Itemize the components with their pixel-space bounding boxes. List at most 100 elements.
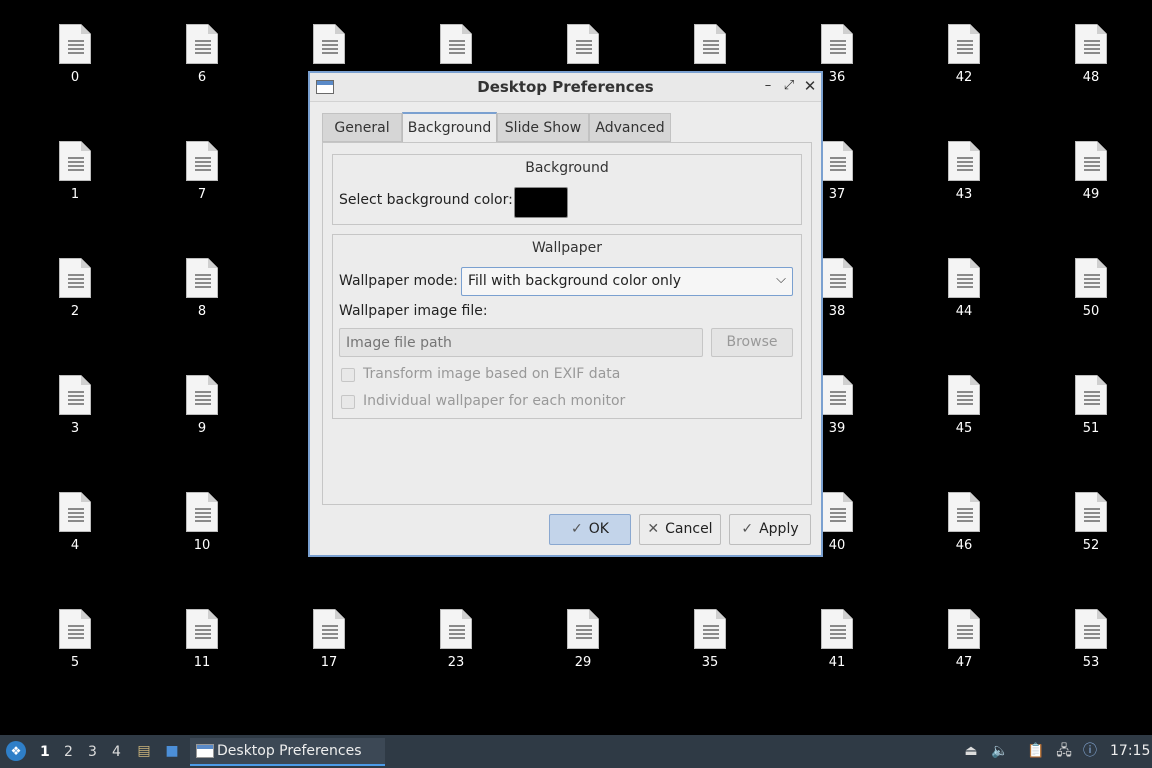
- desktop-file-label: 2: [70, 304, 80, 319]
- workspace-4[interactable]: 4: [112, 744, 121, 760]
- desktop-file-label: 44: [955, 304, 973, 319]
- desktop-file-icon[interactable]: 0: [45, 24, 105, 94]
- maximize-icon[interactable]: ⤢: [781, 78, 797, 94]
- workspace-2[interactable]: 2: [64, 744, 73, 760]
- document-icon: [948, 375, 980, 415]
- desktop-file-icon[interactable]: 50: [1061, 258, 1121, 328]
- titlebar[interactable]: Desktop Preferences – ⤢ ✕: [310, 73, 821, 102]
- minimize-icon[interactable]: –: [760, 78, 776, 94]
- desktop-file-label: 23: [447, 655, 465, 670]
- desktop-file-icon[interactable]: 4: [45, 492, 105, 562]
- wallpaper-file-input[interactable]: [339, 328, 703, 357]
- desktop-preferences-dialog: Desktop Preferences – ⤢ ✕ General Backgr…: [308, 71, 823, 557]
- check-icon: ✓: [571, 521, 583, 537]
- desktop-file-label: 1: [70, 187, 80, 202]
- desktop-file-icon[interactable]: 3: [45, 375, 105, 445]
- desktop-file-label: 35: [701, 655, 719, 670]
- per-monitor-label: Individual wallpaper for each monitor: [363, 393, 626, 409]
- document-icon: [694, 24, 726, 64]
- document-icon: [1075, 375, 1107, 415]
- desktop-file-icon[interactable]: 48: [1061, 24, 1121, 94]
- document-icon: [821, 24, 853, 64]
- document-icon: [567, 24, 599, 64]
- desktop-file-icon[interactable]: 8: [172, 258, 232, 328]
- x-icon: ✕: [647, 521, 660, 537]
- close-icon[interactable]: ✕: [802, 78, 818, 94]
- eject-icon[interactable]: ⏏: [962, 742, 980, 760]
- desktop-file-icon[interactable]: 1: [45, 141, 105, 211]
- document-icon: [821, 141, 853, 181]
- desktop-file-label: 17: [320, 655, 338, 670]
- desktop-file-label: 10: [193, 538, 211, 553]
- wallpaper-file-label: Wallpaper image file:: [339, 303, 488, 319]
- desktop-file-icon[interactable]: 2: [45, 258, 105, 328]
- desktop-file-label: 0: [70, 70, 80, 85]
- document-icon: [1075, 141, 1107, 181]
- desktop-file-icon[interactable]: 44: [934, 258, 994, 328]
- cancel-button[interactable]: ✕ Cancel: [639, 514, 721, 545]
- tab-slide-show[interactable]: Slide Show: [497, 113, 589, 142]
- notification-icon[interactable]: ⓘ: [1081, 742, 1099, 760]
- desktop-file-label: 4: [70, 538, 80, 553]
- clipboard-icon[interactable]: 📋: [1027, 742, 1045, 760]
- document-icon: [186, 375, 218, 415]
- desktop-file-icon[interactable]: 49: [1061, 141, 1121, 211]
- check-icon: ✓: [741, 521, 754, 537]
- wallpaper-mode-select[interactable]: Fill with background color only ⌵: [461, 267, 793, 296]
- desktop-file-icon[interactable]: 46: [934, 492, 994, 562]
- tab-advanced[interactable]: Advanced: [589, 113, 671, 142]
- desktop-file-label: 6: [197, 70, 207, 85]
- desktop-file-icon[interactable]: 7: [172, 141, 232, 211]
- network-icon[interactable]: 🖧: [1055, 742, 1073, 760]
- wallpaper-group-title: Wallpaper: [531, 240, 603, 256]
- browse-button[interactable]: Browse: [711, 328, 793, 357]
- desktop-file-label: 47: [955, 655, 973, 670]
- desktop-file-icon[interactable]: 45: [934, 375, 994, 445]
- desktop-file-icon[interactable]: 41: [807, 609, 867, 679]
- desktop-file-icon[interactable]: 53: [1061, 609, 1121, 679]
- desktop-file-icon[interactable]: 17: [299, 609, 359, 679]
- desktop-file-icon[interactable]: 51: [1061, 375, 1121, 445]
- background-color-button[interactable]: [514, 187, 568, 218]
- desktop-file-icon[interactable]: 43: [934, 141, 994, 211]
- desktop-file-label: 46: [955, 538, 973, 553]
- file-manager-icon[interactable]: ▤: [135, 742, 153, 760]
- desktop-file-icon[interactable]: 5: [45, 609, 105, 679]
- start-menu-icon[interactable]: ❖: [6, 741, 26, 761]
- tab-general[interactable]: General: [322, 113, 402, 142]
- desktop-file-icon[interactable]: 35: [680, 609, 740, 679]
- wallpaper-mode-value: Fill with background color only: [468, 273, 682, 289]
- desktop-file-icon[interactable]: 23: [426, 609, 486, 679]
- window-app-icon: [196, 744, 214, 758]
- desktop-file-icon[interactable]: 42: [934, 24, 994, 94]
- volume-icon[interactable]: 🔈: [991, 742, 1009, 760]
- desktop-file-label: 51: [1082, 421, 1100, 436]
- desktop-file-label: 9: [197, 421, 207, 436]
- tab-background[interactable]: Background: [402, 112, 497, 143]
- exif-checkbox[interactable]: [341, 368, 355, 382]
- desktop-file-label: 7: [197, 187, 207, 202]
- desktop-file-icon[interactable]: 10: [172, 492, 232, 562]
- desktop-file-label: 29: [574, 655, 592, 670]
- clock[interactable]: 17:15: [1110, 743, 1150, 759]
- workspace-1[interactable]: 1: [40, 744, 50, 760]
- desktop-file-icon[interactable]: 47: [934, 609, 994, 679]
- ok-button[interactable]: ✓ OK: [549, 514, 631, 545]
- document-icon: [59, 258, 91, 298]
- desktop-file-icon[interactable]: 52: [1061, 492, 1121, 562]
- workspace-3[interactable]: 3: [88, 744, 97, 760]
- taskbar-item-desktop-preferences[interactable]: Desktop Preferences: [190, 738, 385, 766]
- desktop-file-label: 53: [1082, 655, 1100, 670]
- per-monitor-checkbox[interactable]: [341, 395, 355, 409]
- desktop-file-label: 42: [955, 70, 973, 85]
- desktop-file-icon[interactable]: 29: [553, 609, 613, 679]
- desktop-file-icon[interactable]: 6: [172, 24, 232, 94]
- wallpaper-group: Wallpaper Wallpaper mode: Fill with back…: [332, 234, 802, 419]
- show-desktop-icon[interactable]: ■: [163, 742, 181, 760]
- desktop-file-icon[interactable]: 9: [172, 375, 232, 445]
- apply-button[interactable]: ✓ Apply: [729, 514, 811, 545]
- document-icon: [186, 492, 218, 532]
- document-icon: [821, 492, 853, 532]
- desktop-file-label: 8: [197, 304, 207, 319]
- desktop-file-icon[interactable]: 11: [172, 609, 232, 679]
